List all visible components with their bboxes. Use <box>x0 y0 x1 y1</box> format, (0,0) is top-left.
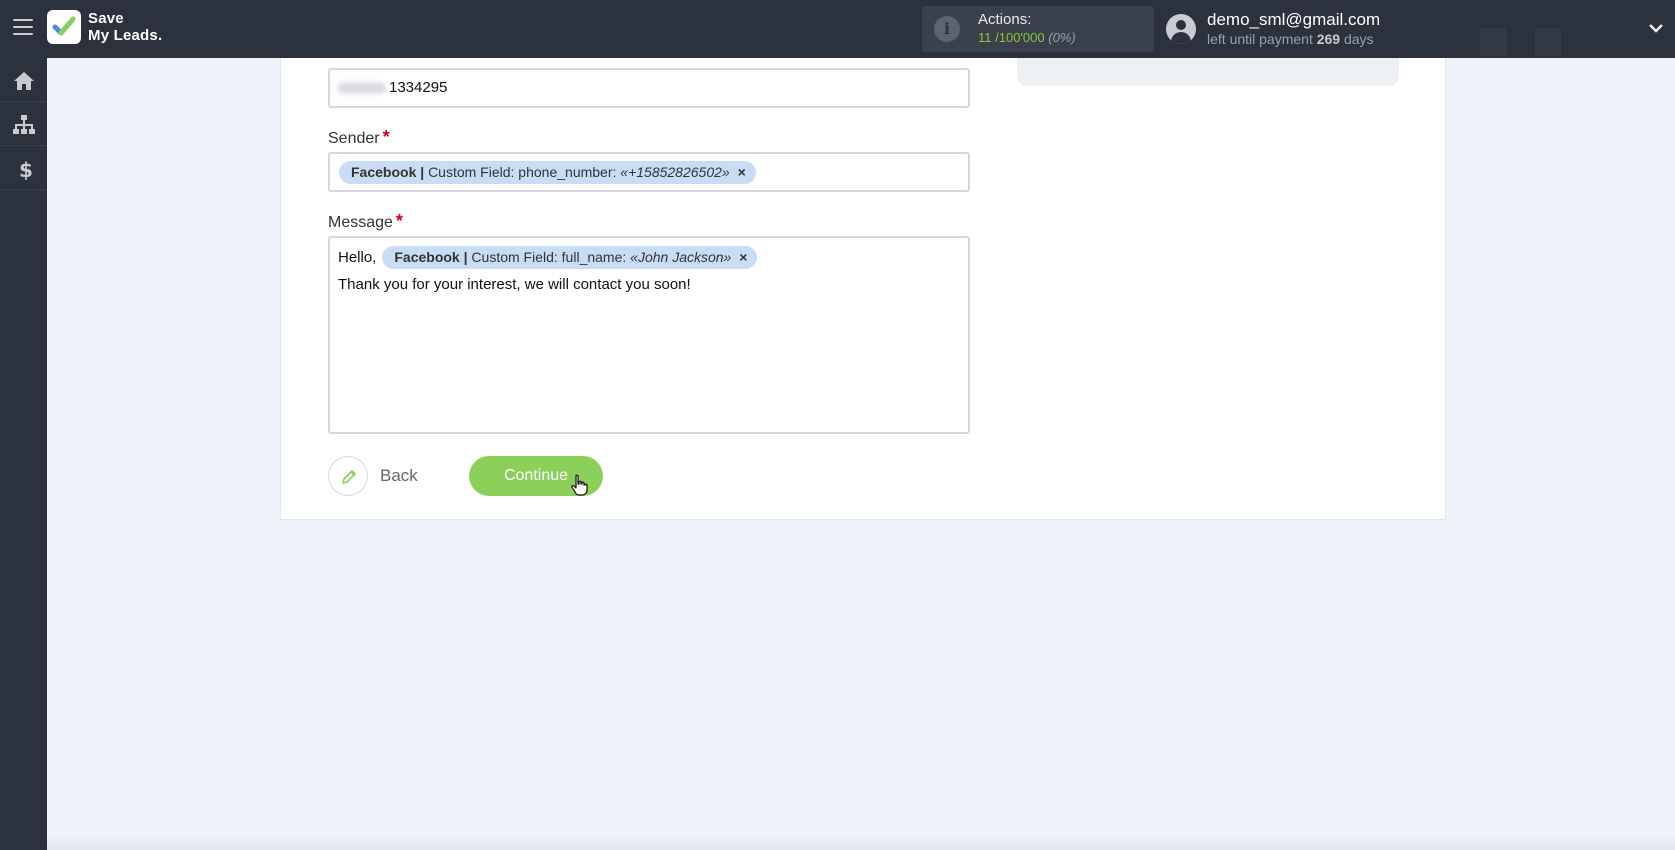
back-label: Back <box>380 466 418 485</box>
tag-source: Facebook <box>351 164 417 180</box>
recipient-field[interactable]: 1334295 <box>328 68 970 108</box>
actions-counter[interactable]: i Actions: 11 /100'000 (0%) <box>922 6 1154 52</box>
sidebar-item-home[interactable] <box>0 58 47 102</box>
tag-field: Custom Field: full_name: <box>471 249 627 265</box>
menu-icon[interactable] <box>13 19 33 37</box>
hand-cursor-icon <box>571 474 588 496</box>
actions-percent: (0%) <box>1048 30 1076 45</box>
tag-field: Custom Field: phone_number: <box>428 164 617 180</box>
logo-line2: My Leads. <box>88 27 163 44</box>
avatar-icon[interactable] <box>1166 14 1196 44</box>
logo-icon[interactable] <box>47 10 81 44</box>
side-panel <box>1017 58 1399 86</box>
payment-days: 269 <box>1316 31 1341 47</box>
logo-line1: Save <box>88 10 124 27</box>
message-field[interactable]: Hello, Facebook | Custom Field: full_nam… <box>328 236 970 434</box>
tag-separator: | <box>420 164 425 180</box>
tag-separator: | <box>463 249 468 265</box>
pencil-icon <box>328 456 368 496</box>
dollar-icon: $ <box>19 158 33 180</box>
sidebar: $ <box>0 58 47 850</box>
tag-source: Facebook <box>394 249 460 265</box>
actions-total: /100'000 <box>995 30 1045 45</box>
home-icon <box>14 72 34 90</box>
placeholder-block <box>1535 28 1561 56</box>
sender-label-text: Sender <box>328 130 380 147</box>
actions-label: Actions: <box>978 11 1032 28</box>
recipient-value: 1334295 <box>389 79 448 96</box>
message-tag[interactable]: Facebook | Custom Field: full_name: «Joh… <box>382 246 758 269</box>
sidebar-item-connections[interactable] <box>0 102 47 146</box>
actions-count: 11 /100'000 (0%) <box>978 30 1076 45</box>
info-icon: i <box>934 16 960 42</box>
sender-field[interactable]: Facebook | Custom Field: phone_number: «… <box>328 152 970 192</box>
placeholder-block <box>1480 28 1506 56</box>
payment-prefix: left until payment <box>1207 31 1313 47</box>
message-label: Message * <box>328 211 403 232</box>
message-label-text: Message <box>328 214 393 231</box>
sitemap-icon <box>13 115 35 134</box>
tag-value: «John Jackson» <box>630 249 732 265</box>
actions-used: 11 <box>978 30 992 45</box>
chevron-down-icon[interactable] <box>1648 20 1664 36</box>
user-email[interactable]: demo_sml@gmail.com <box>1207 10 1380 30</box>
close-icon[interactable]: × <box>738 164 746 180</box>
back-button[interactable]: Back <box>328 456 418 496</box>
logo-text[interactable]: Save My Leads. <box>88 10 162 44</box>
required-mark: * <box>382 127 390 147</box>
blurred-text <box>338 82 386 95</box>
svg-text:$: $ <box>19 158 33 180</box>
close-icon[interactable]: × <box>739 249 747 265</box>
bottom-edge <box>47 836 1675 850</box>
sidebar-item-billing[interactable]: $ <box>0 146 47 190</box>
sender-label: Sender * <box>328 127 390 148</box>
tag-value: «+15852826502» <box>620 164 730 180</box>
payment-status: left until payment 269 days <box>1207 31 1374 47</box>
top-bar: Save My Leads. i Actions: 11 /100'000 (0… <box>0 0 1675 58</box>
required-mark: * <box>395 211 403 231</box>
payment-suffix: days <box>1343 31 1374 47</box>
sender-tag[interactable]: Facebook | Custom Field: phone_number: «… <box>339 161 756 184</box>
message-prefix: Hello, <box>338 249 377 266</box>
message-line2: Thank you for your interest, we will con… <box>338 276 691 293</box>
